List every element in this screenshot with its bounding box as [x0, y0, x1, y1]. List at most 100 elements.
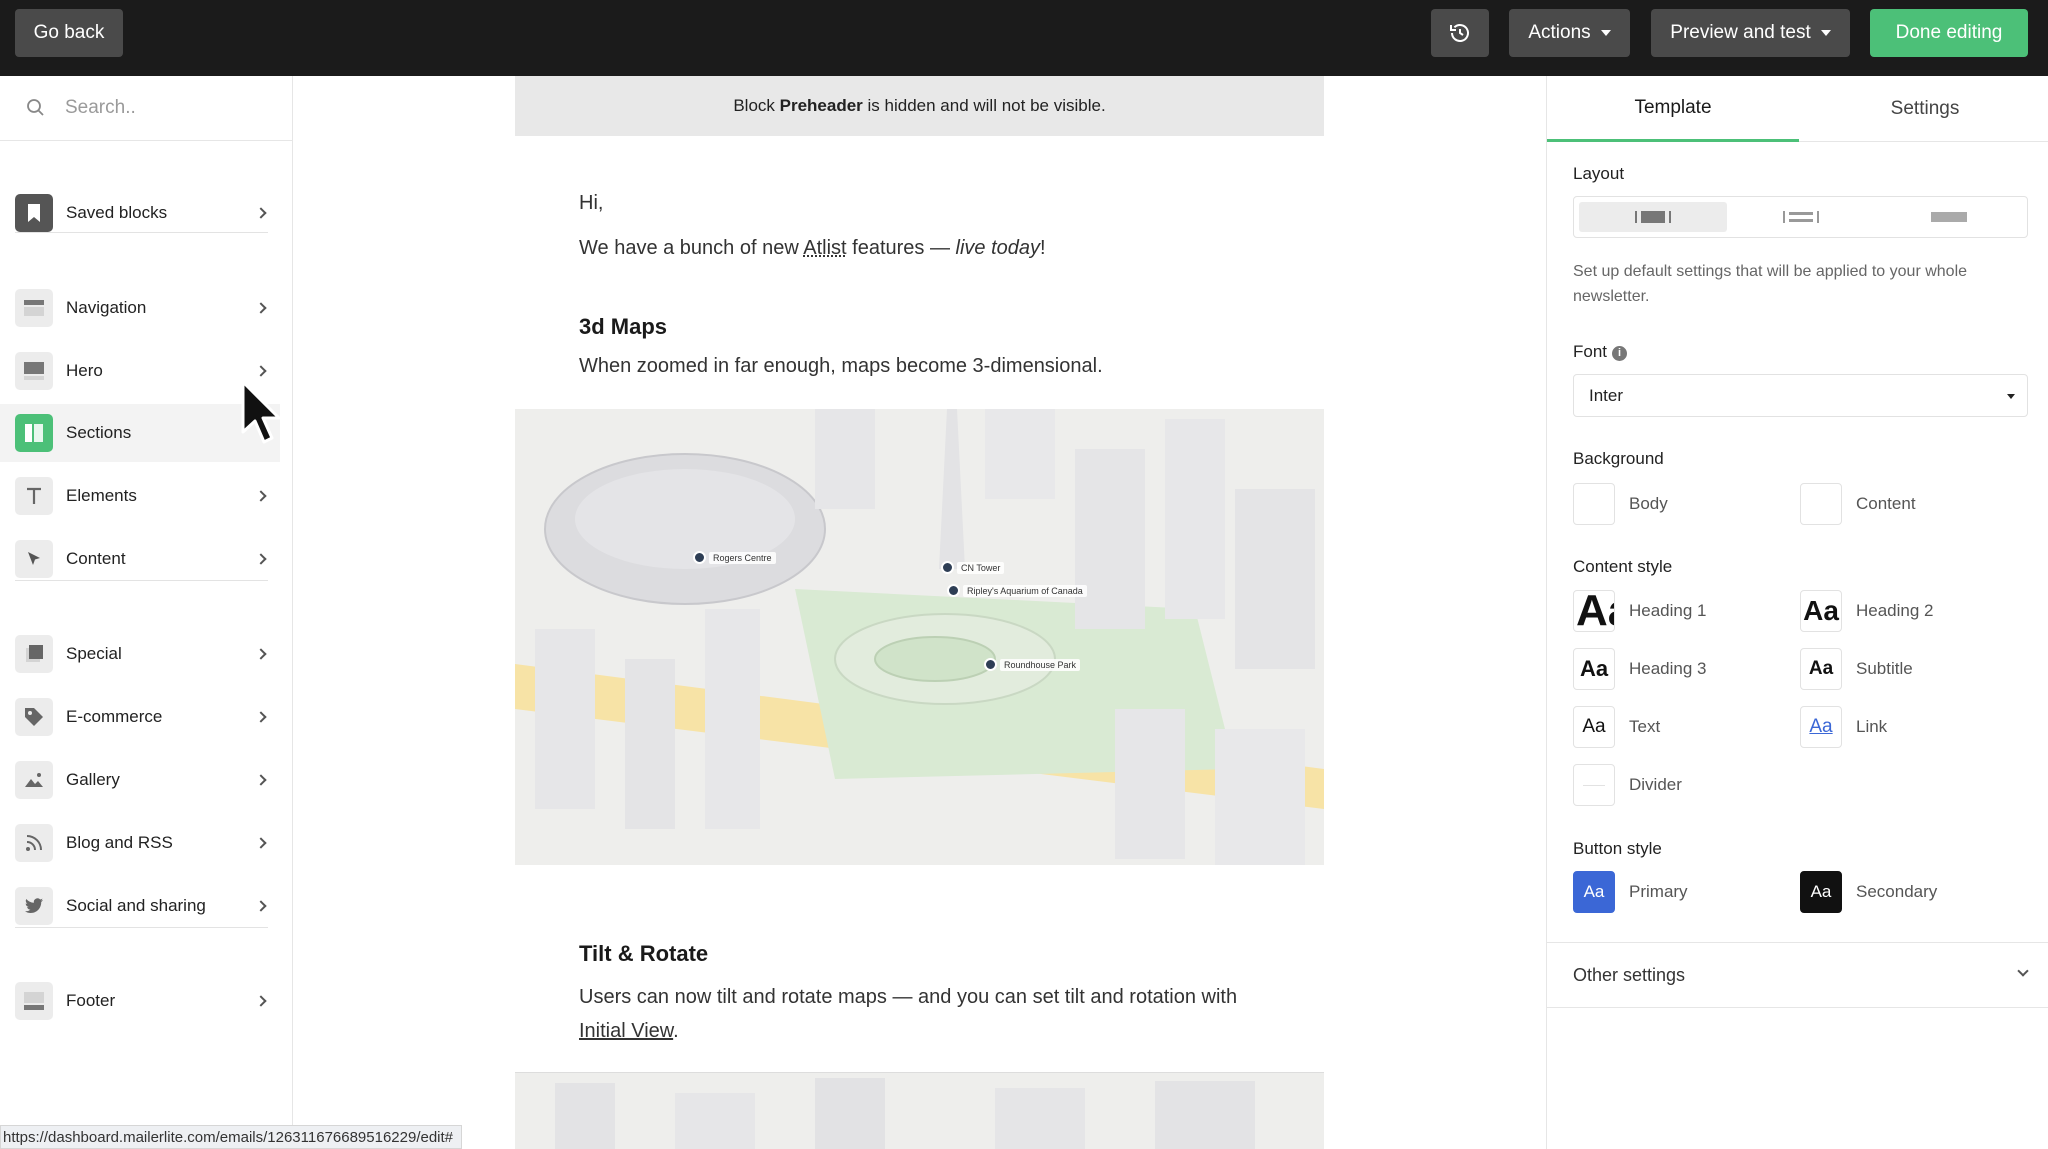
- hero-icon: [15, 352, 53, 390]
- tilt-map-image[interactable]: [515, 1072, 1324, 1149]
- body-background-swatch[interactable]: [1573, 483, 1615, 525]
- primary-button-swatch[interactable]: Aa: [1573, 871, 1615, 913]
- heading-1-label: Heading 1: [1629, 601, 1707, 620]
- initial-view-link[interactable]: Initial View: [579, 1020, 673, 1042]
- layout-option-medium[interactable]: [1727, 202, 1875, 232]
- preview-and-test-button[interactable]: Preview and test: [1651, 9, 1850, 57]
- other-settings-label: Other settings: [1573, 965, 1686, 985]
- layout-medium-icon: [1783, 211, 1819, 223]
- map-illustration: [515, 409, 1324, 865]
- actions-dropdown-button[interactable]: Actions: [1509, 9, 1630, 57]
- navigation-icon: [15, 289, 53, 327]
- divider-swatch[interactable]: [1573, 764, 1615, 806]
- divider-line: [1583, 784, 1605, 786]
- greeting-text[interactable]: Hi,: [579, 192, 603, 215]
- twitter-icon: [15, 887, 53, 925]
- layout-narrow-icon: [1635, 211, 1671, 223]
- go-back-button[interactable]: Go back: [15, 9, 123, 57]
- other-settings-accordion[interactable]: Other settings: [1547, 942, 2048, 1008]
- map-illustration: [515, 1073, 1324, 1149]
- intro-text[interactable]: We have a bunch of new Atlist features —…: [579, 237, 1046, 260]
- sidebar-item-label: Content: [66, 549, 126, 568]
- intro-end: !: [1040, 237, 1046, 259]
- sidebar-item-label: Hero: [66, 361, 103, 380]
- map-pin: [947, 584, 960, 597]
- section-text-tilt-rotate[interactable]: Users can now tilt and rotate maps — and…: [579, 980, 1279, 1048]
- tab-template[interactable]: Template: [1547, 76, 1799, 142]
- sidebar-item-hero[interactable]: Hero: [0, 342, 280, 400]
- primary-button-label: Primary: [1629, 882, 1688, 901]
- font-label: Font i: [1573, 342, 1628, 362]
- subtitle-swatch[interactable]: Aa: [1800, 648, 1842, 690]
- map-label: Roundhouse Park: [1000, 659, 1081, 671]
- text-swatch[interactable]: Aa: [1573, 706, 1615, 748]
- search-bar: [0, 76, 292, 141]
- content-background-label: Content: [1856, 494, 1916, 513]
- font-label-text: Font: [1573, 342, 1608, 361]
- sections-icon: [15, 414, 53, 452]
- sidebar-item-label: Navigation: [66, 298, 147, 317]
- preheader-text-pre: Block: [733, 96, 780, 115]
- map-pin: [693, 551, 706, 564]
- done-editing-button[interactable]: Done editing: [1870, 9, 2028, 57]
- status-url: https://dashboard.mailerlite.com/emails/…: [0, 1125, 463, 1149]
- sidebar-item-e-commerce[interactable]: E-commerce: [0, 688, 280, 746]
- pointer-icon: [15, 540, 53, 578]
- sidebar-item-footer[interactable]: Footer: [0, 972, 280, 1030]
- divider-label: Divider: [1629, 775, 1682, 794]
- search-input[interactable]: [65, 90, 275, 126]
- section-heading-3d-maps[interactable]: 3d Maps: [579, 314, 667, 340]
- map-label: CN Tower: [957, 562, 1005, 574]
- email-body[interactable]: Block Preheader is hidden and will not b…: [515, 76, 1324, 1149]
- sidebar-item-gallery[interactable]: Gallery: [0, 751, 280, 809]
- preview-label: Preview and test: [1670, 22, 1811, 43]
- chevron-right-icon: [255, 837, 267, 849]
- divider: [15, 580, 268, 581]
- actions-label: Actions: [1528, 22, 1591, 43]
- image-icon: [15, 761, 53, 799]
- sidebar-item-label: Elements: [66, 486, 137, 505]
- tilt-text-end: .: [673, 1020, 679, 1042]
- map-label: Rogers Centre: [709, 552, 776, 564]
- font-select[interactable]: Inter: [1573, 374, 2028, 417]
- sidebar-item-label: Social and sharing: [66, 896, 206, 915]
- sidebar-item-sections[interactable]: Sections: [0, 404, 280, 462]
- preheader-text-post: is hidden and will not be visible.: [862, 96, 1106, 115]
- heading-2-swatch[interactable]: Aa: [1800, 590, 1842, 632]
- content-background-swatch[interactable]: [1800, 483, 1842, 525]
- history-button[interactable]: [1431, 9, 1489, 57]
- tab-settings[interactable]: Settings: [1799, 76, 2048, 142]
- map-label: Ripley's Aquarium of Canada: [963, 585, 1087, 597]
- sidebar-item-label: Sections: [66, 423, 132, 442]
- sidebar-item-navigation[interactable]: Navigation: [0, 279, 280, 337]
- divider: [15, 927, 268, 928]
- blocks-sidebar: Saved blocks Navigation Hero Sections El…: [0, 76, 293, 1149]
- caret-down-icon: [1600, 30, 1611, 36]
- intro-pre: We have a bunch of new: [579, 237, 804, 259]
- caret-down-icon: [1820, 30, 1831, 36]
- heading-1-swatch[interactable]: Aa: [1573, 590, 1615, 632]
- sidebar-item-saved-blocks[interactable]: Saved blocks: [0, 184, 280, 242]
- heading-3-swatch[interactable]: Aa: [1573, 648, 1615, 690]
- 3d-map-image[interactable]: Rogers Centre CN Tower Ripley's Aquarium…: [515, 409, 1324, 865]
- layout-option-narrow[interactable]: [1579, 202, 1727, 232]
- sidebar-item-blog-and-rss[interactable]: Blog and RSS: [0, 814, 280, 872]
- text-icon: [15, 477, 53, 515]
- link-swatch[interactable]: Aa: [1800, 706, 1842, 748]
- info-icon[interactable]: i: [1612, 346, 1628, 361]
- intro-italic: live today: [955, 237, 1041, 259]
- sidebar-item-label: Gallery: [66, 770, 120, 789]
- section-heading-tilt-rotate[interactable]: Tilt & Rotate: [579, 941, 708, 967]
- sidebar-item-elements[interactable]: Elements: [0, 467, 280, 525]
- section-text-3d-maps[interactable]: When zoomed in far enough, maps become 3…: [579, 355, 1103, 378]
- chevron-right-icon: [255, 365, 267, 377]
- template-description: Set up default settings that will be app…: [1573, 263, 1968, 305]
- button-style-label: Button style: [1573, 839, 1662, 858]
- layout-option-full[interactable]: [1875, 202, 2023, 232]
- heading-2-label: Heading 2: [1856, 601, 1934, 620]
- top-toolbar: Go back Actions Preview and test Done ed…: [0, 0, 2048, 76]
- chevron-right-icon: [255, 995, 267, 1007]
- sidebar-item-special[interactable]: Special: [0, 625, 280, 683]
- secondary-button-swatch[interactable]: Aa: [1800, 871, 1842, 913]
- heading-3-label: Heading 3: [1629, 659, 1707, 678]
